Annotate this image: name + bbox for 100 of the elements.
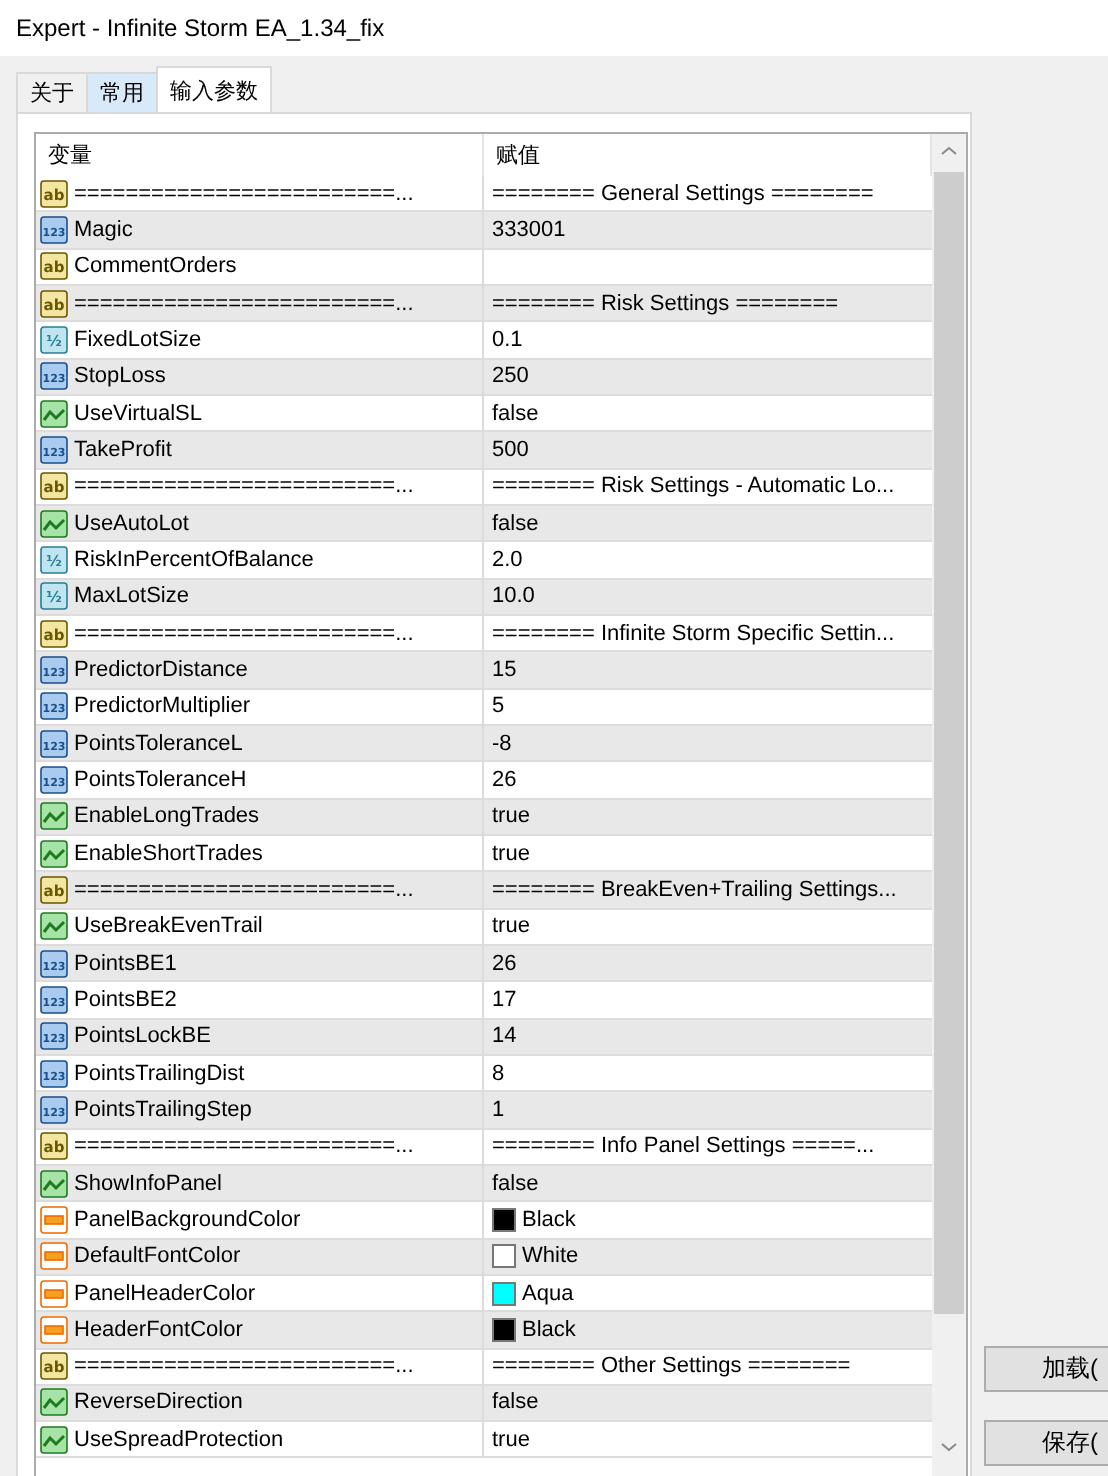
color-type-icon [40,1315,68,1344]
parameter-row[interactable]: EnableLongTrades true [36,799,932,836]
parameter-value: ======== Risk Settings ======== [492,291,839,316]
parameter-name: UseVirtualSL [74,401,202,426]
parameter-name: =========================... [74,1354,414,1379]
parameter-name: PredictorDistance [74,657,248,682]
parameter-value: Black [522,1317,576,1342]
parameter-value: 2.0 [492,547,523,572]
parameter-value: ======== Infinite Storm Specific Settin... [492,621,895,646]
parameter-value: Black [522,1207,576,1232]
parameter-row[interactable]: HeaderFontColor Black [36,1312,932,1349]
parameter-name: EnableShortTrades [74,841,263,866]
parameter-row[interactable]: ReverseDirection false [36,1385,932,1423]
parameter-value: ======== Info Panel Settings =====... [492,1134,875,1159]
parameter-value: 26 [492,767,517,792]
parameter-value: 15 [492,657,517,682]
parameter-name: PointsTrailingDist [74,1061,245,1086]
parameter-name: PanelHeaderColor [74,1281,255,1305]
parameter-name: FixedLotSize [74,327,202,352]
window-title: Expert - Infinite Storm EA_1.34_fix [16,14,385,42]
parameter-value: ======== BreakEven+Trailing Settings... [492,877,897,902]
parameter-name: ReverseDirection [74,1390,243,1415]
parameter-name: PointsBE2 [74,987,177,1012]
tab[interactable]: 常用 [86,72,158,112]
parameter-value: 8 [492,1061,505,1086]
parameter-name: =========================... [74,877,414,902]
parameter-value: 0.1 [492,327,523,352]
parameter-name: =========================... [74,621,414,646]
parameter-name: TakeProfit [74,437,172,462]
parameter-row[interactable]: PanelBackgroundColor Black [36,1202,932,1240]
parameter-value: ======== General Settings ======== [492,181,874,206]
parameter-value: Aqua [522,1281,574,1305]
parameter-value: false [492,1390,539,1415]
bool-type-icon [40,1388,68,1417]
parameter-row[interactable]: UseVirtualSL false [36,395,932,433]
color-type-icon [40,1242,68,1271]
parameter-name: CommentOrders [74,254,237,279]
parameter-value: 1 [492,1097,505,1122]
parameter-value: 500 [492,437,529,462]
dialog-button[interactable]: 加载( [984,1346,1108,1392]
scrollbar-drawing[interactable] [932,134,966,1476]
parameter-name: Magic [74,217,133,242]
parameter-value: 14 [492,1024,517,1049]
parameter-value: false [492,1171,539,1196]
bool-type-icon [40,1169,68,1198]
bool-type-icon [40,399,68,428]
parameter-name: PointsTrailingStep [74,1097,252,1122]
parameter-row[interactable]: EnableShortTrades true [36,835,932,873]
parameter-name: PredictorMultiplier [74,694,251,719]
parameter-name: ShowInfoPanel [74,1171,222,1196]
parameter-name: RiskInPercentOfBalance [74,547,314,572]
bool-type-icon [40,509,68,538]
parameter-name: PanelBackgroundColor [74,1207,301,1232]
parameter-row[interactable]: UseSpreadProtection true [36,1422,932,1459]
color-type-icon [40,1279,68,1307]
parameter-name: PointsLockBE [74,1024,211,1049]
parameter-row[interactable]: PanelHeaderColor Aqua [36,1275,932,1313]
bool-type-icon [40,912,68,941]
parameter-name: PointsBE1 [74,951,177,976]
parameter-value: 250 [492,364,529,389]
parameter-value: false [492,511,539,536]
parameter-value: White [522,1244,579,1269]
parameter-name: MaxLotSize [74,584,189,609]
parameter-name: =========================... [74,474,414,499]
parameter-name: HeaderFontColor [74,1317,243,1342]
parameter-name: =========================... [74,1134,414,1159]
parameter-value: true [492,804,530,829]
bool-type-icon [40,839,68,868]
parameter-name: =========================... [74,181,414,206]
color-type-icon [40,1205,68,1234]
parameter-value: 5 [492,694,505,719]
parameter-value: 333001 [492,217,566,242]
parameter-value: true [492,914,530,939]
parameter-row[interactable]: UseAutoLot false [36,505,932,543]
parameter-value: ======== Other Settings ======== [492,1354,851,1379]
parameter-name: PointsToleranceH [74,767,247,792]
parameter-value: true [492,1427,530,1452]
parameter-value: 17 [492,987,517,1012]
parameter-value: ======== Risk Settings - Automatic Lo... [492,474,895,499]
parameter-name: DefaultFontColor [74,1244,241,1269]
parameter-name: EnableLongTrades [74,804,260,829]
bool-type-icon [40,1425,68,1454]
tab[interactable]: 关于 [16,72,88,112]
parameter-value: 26 [492,951,517,976]
parameter-name: UseAutoLot [74,511,189,536]
parameter-name: =========================... [74,291,414,316]
parameter-value: false [492,401,539,426]
parameter-name: PointsToleranceL [74,731,243,756]
tab[interactable]: 输入参数 [156,66,272,112]
parameter-row[interactable]: ShowInfoPanel false [36,1165,932,1203]
parameter-row[interactable]: UseBreakEvenTrail true [36,909,932,946]
parameter-name: StopLoss [74,364,166,389]
parameter-row[interactable]: DefaultFontColor White [36,1239,932,1276]
parameter-name: UseSpreadProtection [74,1427,284,1452]
parameter-value: 10.0 [492,584,535,609]
parameter-name: UseBreakEvenTrail [74,914,263,939]
dialog-button[interactable]: 保存( [984,1420,1108,1466]
parameter-value: true [492,841,530,866]
bool-type-icon [40,802,68,831]
parameter-value: -8 [492,731,512,756]
